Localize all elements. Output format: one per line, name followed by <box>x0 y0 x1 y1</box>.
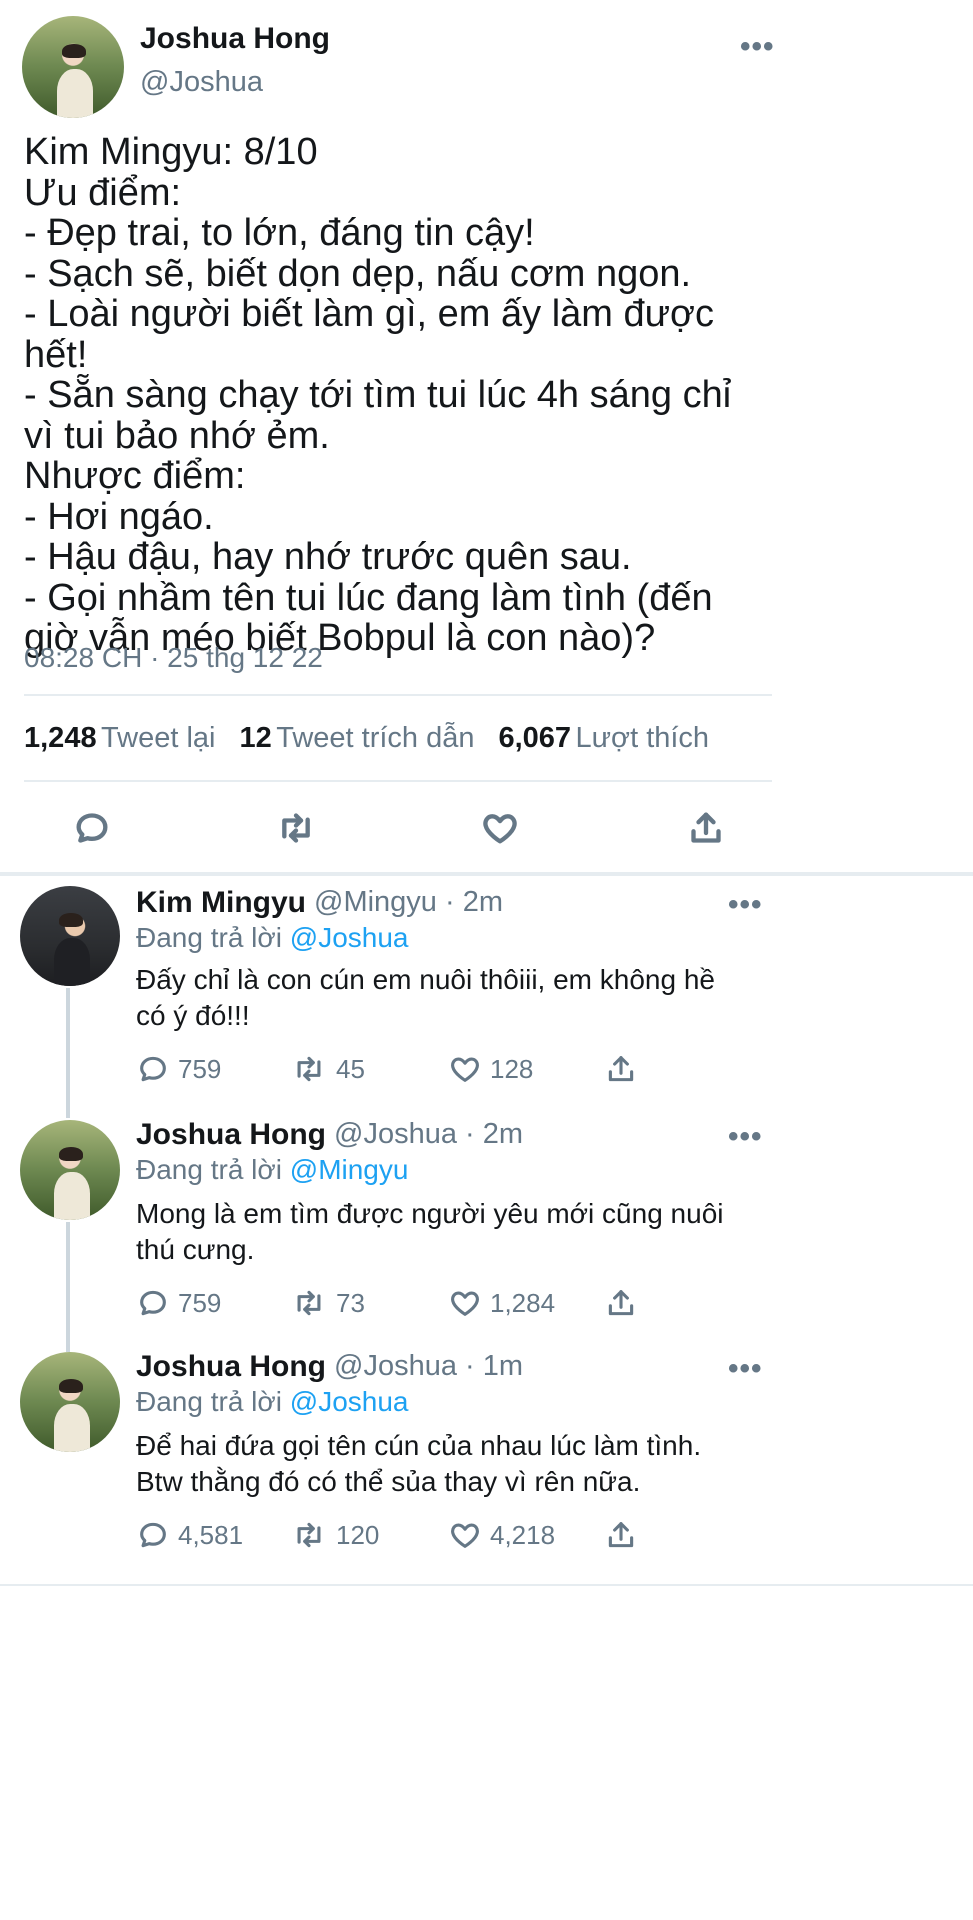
like-icon[interactable] <box>478 806 522 850</box>
reply-avatar[interactable] <box>20 1120 120 1220</box>
share-action[interactable] <box>604 1286 638 1320</box>
replying-mention[interactable]: @Joshua <box>290 1386 409 1417</box>
retweet-count: 45 <box>336 1053 365 1084</box>
reply-avatar[interactable] <box>20 886 120 986</box>
reply-action[interactable]: 4,581 <box>136 1518 243 1552</box>
like-action[interactable]: 4,218 <box>448 1518 555 1552</box>
retweet-count: 120 <box>336 1519 380 1550</box>
reply-action[interactable]: 759 <box>136 1052 221 1086</box>
retweet-stat[interactable]: 1,248 Tweet lại <box>24 722 215 755</box>
retweet-action[interactable]: 120 <box>290 1518 379 1552</box>
like-count: 4,218 <box>490 1519 556 1550</box>
reply-header: Kim Mingyu @Mingyu · 2m <box>136 886 503 920</box>
share-action[interactable] <box>604 1518 638 1552</box>
replying-mention[interactable]: @Mingyu <box>290 1154 409 1185</box>
author-avatar[interactable] <box>22 16 124 118</box>
share-action[interactable] <box>604 1052 638 1086</box>
like-icon <box>451 1291 479 1316</box>
like-label: Lượt thích <box>575 722 710 754</box>
like-icon <box>451 1057 479 1082</box>
like-count: 6,067 <box>498 722 572 754</box>
reply-author-name[interactable]: Joshua Hong <box>136 1350 326 1384</box>
author-handle[interactable]: @Joshua <box>140 66 263 99</box>
section-divider <box>0 872 973 876</box>
replying-prefix: Đang trả lời <box>136 1386 282 1417</box>
author-name[interactable]: Joshua Hong <box>140 22 330 56</box>
retweet-count: 1,248 <box>24 722 97 754</box>
replying-to: Đang trả lời @Joshua <box>136 922 408 954</box>
reply-header: Joshua Hong @Joshua · 2m <box>136 1118 523 1152</box>
like-action[interactable]: 1,284 <box>448 1286 555 1320</box>
replying-to: Đang trả lời @Mingyu <box>136 1154 408 1186</box>
reply-avatar[interactable] <box>20 1352 120 1452</box>
replying-prefix: Đang trả lời <box>136 922 282 953</box>
reply-icon <box>140 1522 166 1548</box>
retweet-label: Tweet lại <box>101 722 216 754</box>
reply-author-name[interactable]: Joshua Hong <box>136 1118 326 1152</box>
reply-author-handle[interactable]: @Joshua · 1m <box>334 1350 523 1384</box>
reply-text: Để hai đứa gọi tên cún của nhau lúc làm … <box>136 1430 702 1497</box>
like-count: 128 <box>490 1053 534 1084</box>
share-icon <box>608 1522 634 1548</box>
reply-author-handle[interactable]: @Mingyu · 2m <box>314 886 503 920</box>
reply-author-handle[interactable]: @Joshua · 2m <box>334 1118 523 1152</box>
retweet-count: 73 <box>336 1287 365 1318</box>
share-icon[interactable] <box>684 806 728 850</box>
like-icon <box>451 1523 479 1548</box>
quote-label: Tweet trích dẫn <box>276 722 475 754</box>
reply-action[interactable]: 759 <box>136 1286 221 1320</box>
like-count: 1,284 <box>490 1287 556 1318</box>
share-icon <box>608 1056 634 1082</box>
reply-icon <box>140 1056 166 1082</box>
like-action[interactable]: 128 <box>448 1052 533 1086</box>
reply-count: 759 <box>178 1287 222 1318</box>
like-stat[interactable]: 6,067 Lượt thích <box>498 722 709 755</box>
retweet-action[interactable]: 45 <box>290 1052 365 1086</box>
reply-text: Đấy chỉ là con cún em nuôi thôiii, em kh… <box>136 964 715 1031</box>
replying-to: Đang trả lời @Joshua <box>136 1386 408 1418</box>
thread-line <box>66 1222 70 1352</box>
reply-icon[interactable] <box>70 806 114 850</box>
replying-prefix: Đang trả lời <box>136 1154 282 1185</box>
share-icon <box>608 1290 634 1316</box>
retweet-icon[interactable] <box>272 806 320 850</box>
bottom-divider <box>0 1584 973 1586</box>
reply-text: Mong là em tìm được người yêu mới cũng n… <box>136 1198 724 1265</box>
quote-count: 12 <box>239 722 272 754</box>
thread-line <box>66 988 70 1118</box>
retweet-icon <box>297 1522 321 1548</box>
divider <box>24 694 772 696</box>
quote-stat[interactable]: 12 Tweet trích dẫn <box>239 722 474 755</box>
reply-author-name[interactable]: Kim Mingyu <box>136 886 306 920</box>
reply-count: 759 <box>178 1053 222 1084</box>
retweet-icon <box>297 1056 321 1082</box>
tweet-text: Kim Mingyu: 8/10 Ưu điểm: - Đẹp trai, to… <box>24 131 732 659</box>
retweet-action[interactable]: 73 <box>290 1286 365 1320</box>
reply-icon <box>140 1290 166 1316</box>
retweet-icon <box>297 1290 321 1316</box>
more-icon[interactable]: ••• <box>740 30 775 64</box>
reply-count: 4,581 <box>178 1519 244 1550</box>
more-icon[interactable]: ••• <box>728 888 763 922</box>
more-icon[interactable]: ••• <box>728 1120 763 1154</box>
replying-mention[interactable]: @Joshua <box>290 922 409 953</box>
tweet-timestamp[interactable]: 08:28 CH · 25 thg 12 22 <box>24 642 323 674</box>
tweet-stats: 1,248 Tweet lại 12 Tweet trích dẫn 6,067… <box>24 722 709 755</box>
reply-header: Joshua Hong @Joshua · 1m <box>136 1350 523 1384</box>
divider <box>24 780 772 782</box>
more-icon[interactable]: ••• <box>728 1352 763 1386</box>
